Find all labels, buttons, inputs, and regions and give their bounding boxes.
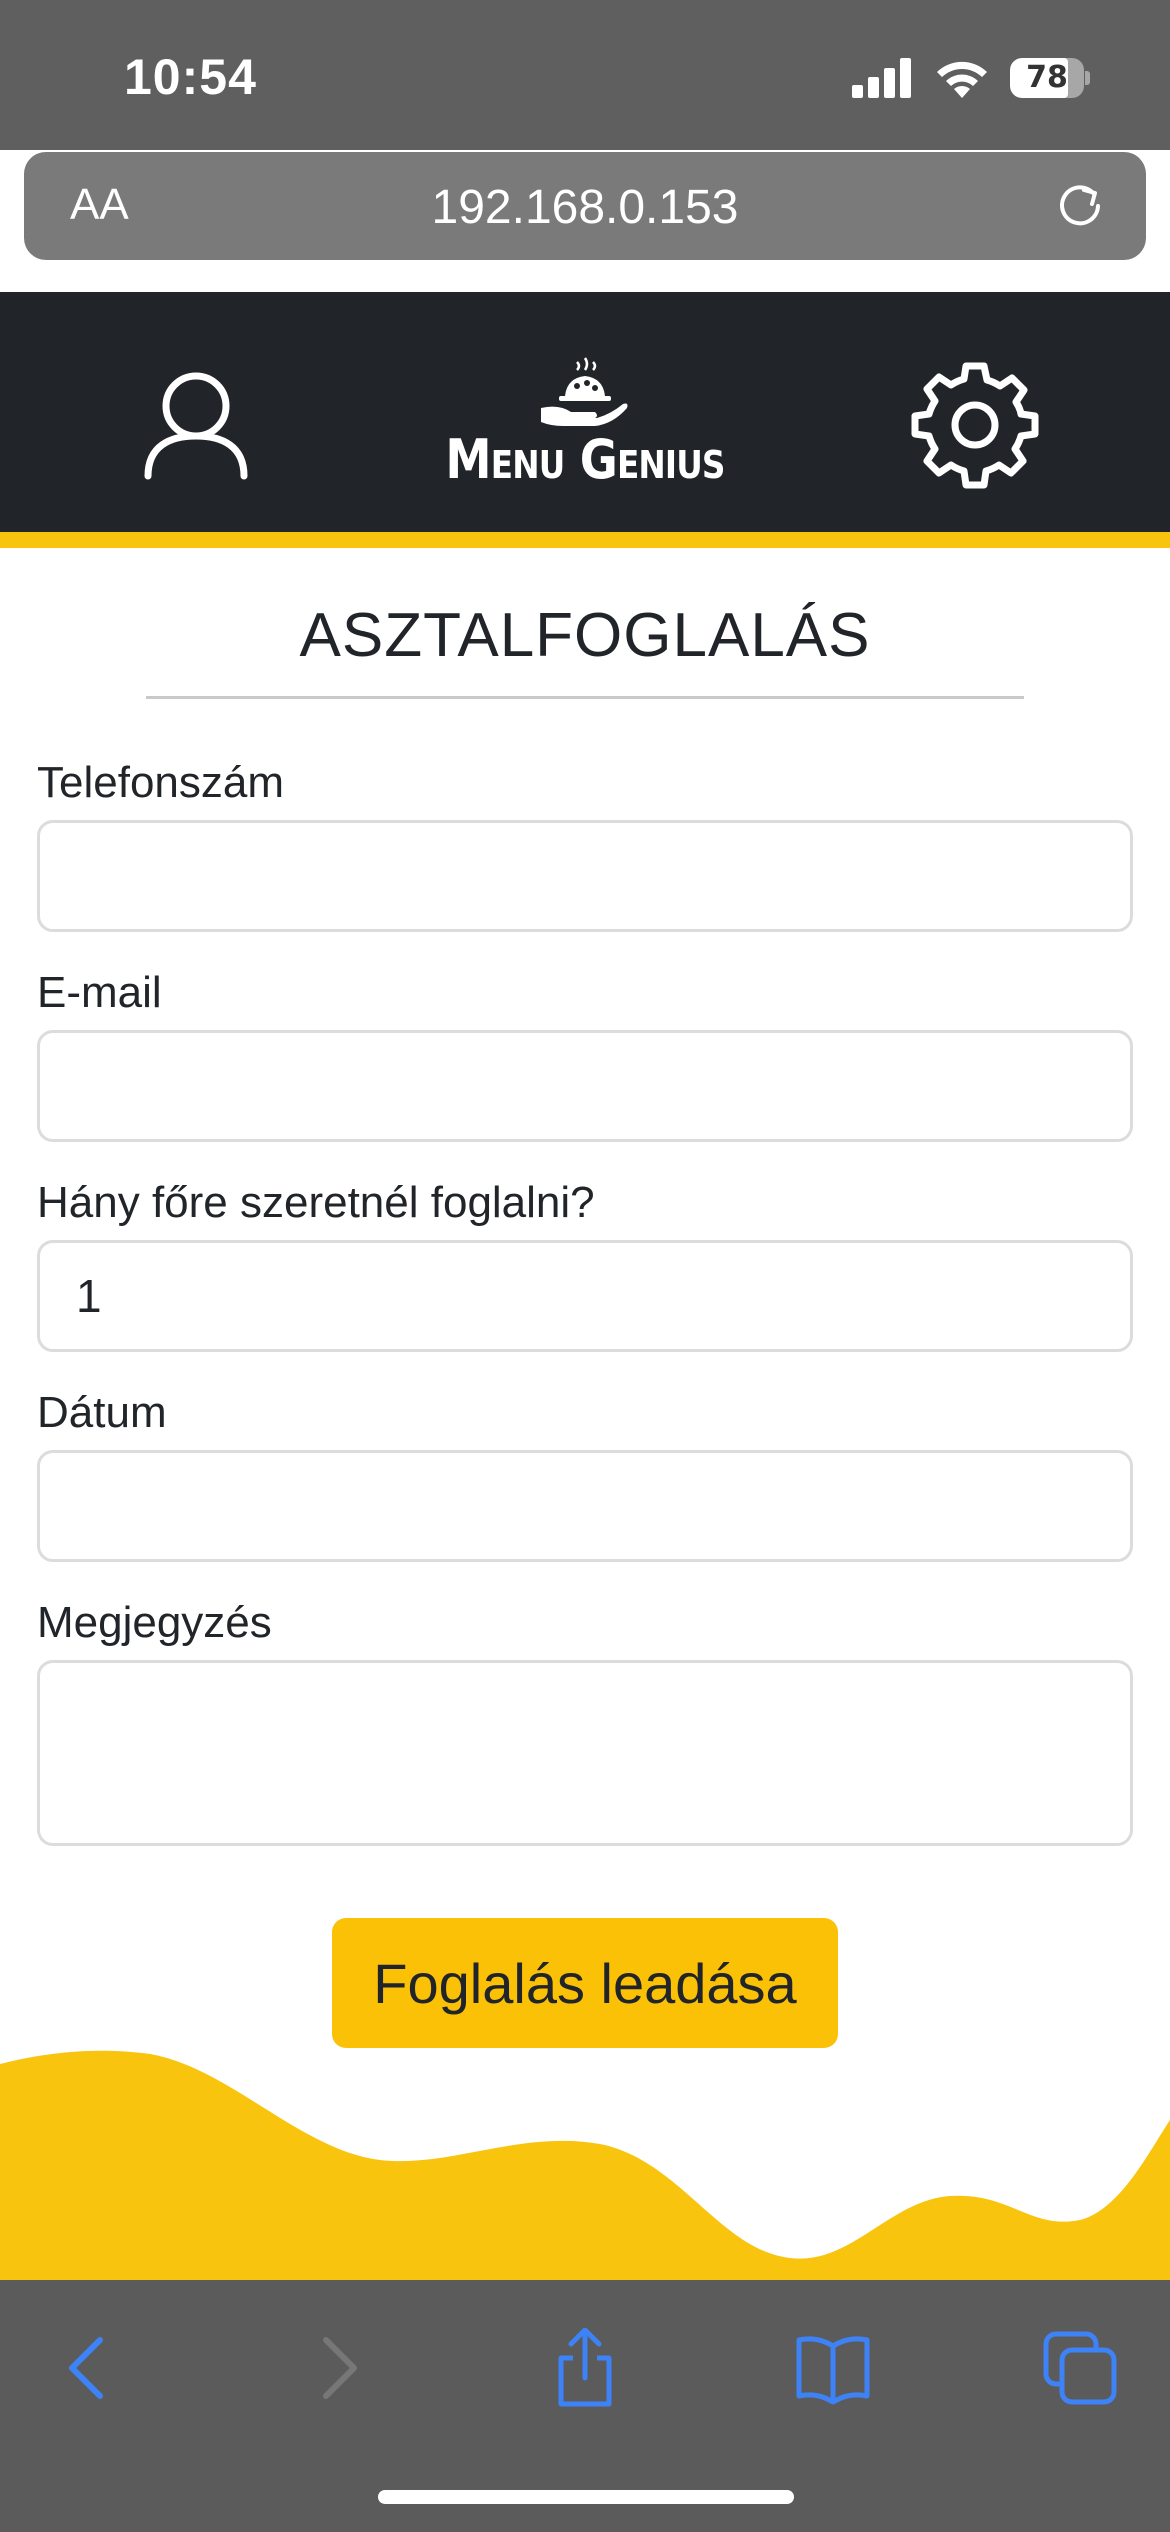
tabs-icon[interactable] — [1040, 2328, 1120, 2408]
status-icons: 78 — [852, 56, 1090, 100]
date-input[interactable] — [37, 1450, 1133, 1562]
phone-label: Telefonszám — [37, 758, 285, 807]
status-bar: 10:54 78 — [0, 0, 1170, 150]
wifi-icon — [937, 61, 987, 98]
battery-level: 78 — [1026, 60, 1068, 95]
phone-input[interactable] — [37, 820, 1133, 932]
page-title: ASZTALFOGLALÁS — [299, 601, 871, 670]
note-label: Megjegyzés — [37, 1598, 272, 1647]
gear-icon[interactable] — [908, 358, 1042, 492]
home-indicator — [378, 2490, 794, 2504]
email-input[interactable] — [37, 1030, 1133, 1142]
back-icon[interactable] — [48, 2328, 128, 2408]
logo[interactable]: Menu Genius — [400, 356, 770, 496]
title-divider — [146, 696, 1024, 699]
battery-icon: 78 — [1010, 58, 1090, 98]
reload-icon[interactable] — [1054, 180, 1106, 232]
submit-reservation-button[interactable]: Foglalás leadása — [332, 1918, 838, 2048]
note-textarea[interactable] — [37, 1660, 1133, 1846]
decorative-wave — [0, 2050, 1170, 2280]
forward-icon[interactable] — [298, 2328, 378, 2408]
url-text[interactable]: 192.168.0.153 — [24, 180, 1146, 235]
guests-input[interactable] — [37, 1240, 1133, 1352]
date-label: Dátum — [37, 1388, 167, 1437]
user-icon[interactable] — [142, 370, 250, 480]
signal-icon — [852, 58, 911, 98]
bookmarks-icon[interactable] — [793, 2328, 873, 2408]
logo-text: Menu Genius — [445, 428, 725, 491]
header-accent-bar — [0, 532, 1170, 548]
logo-food-icon — [541, 357, 628, 426]
address-bar[interactable]: AA 192.168.0.153 — [24, 152, 1146, 260]
share-icon[interactable] — [545, 2328, 625, 2408]
status-time: 10:54 — [124, 49, 257, 105]
email-label: E-mail — [37, 968, 162, 1017]
guests-label: Hány főre szeretnél foglalni? — [37, 1178, 595, 1227]
